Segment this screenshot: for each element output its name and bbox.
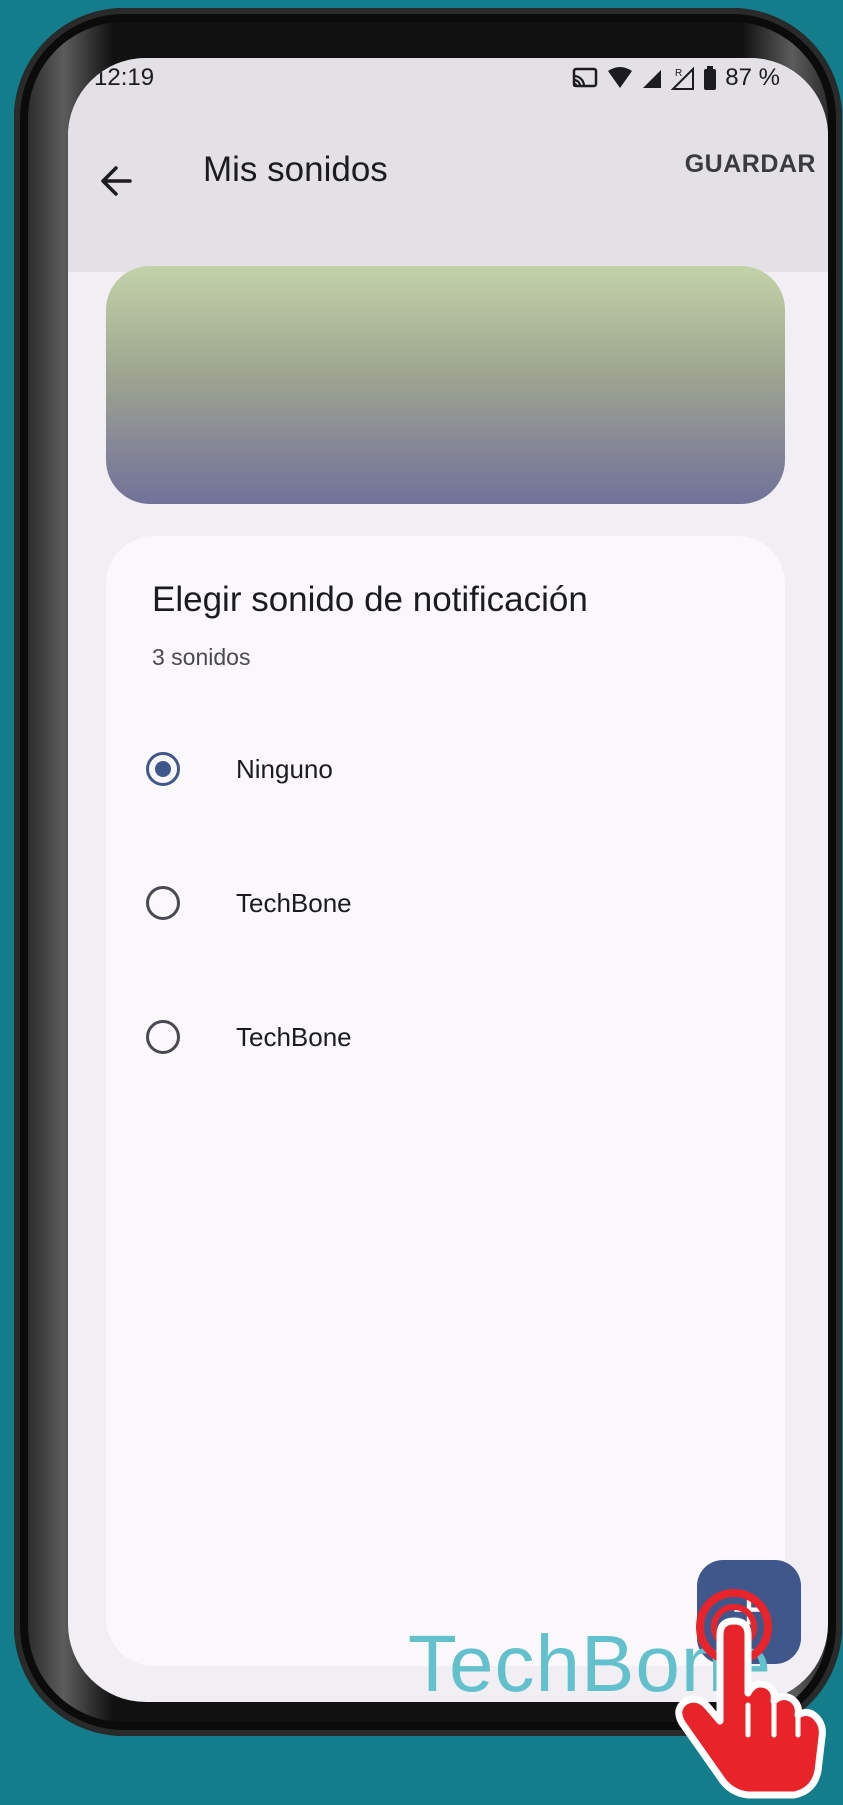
arrow-left-icon — [101, 166, 132, 196]
card-title: Elegir sonido de notificación — [152, 580, 588, 619]
status-bar: 12:19 R 87 % — [68, 58, 828, 128]
sound-option-label: TechBone — [236, 1021, 352, 1052]
battery-icon — [704, 66, 717, 90]
sound-preview-banner — [106, 266, 785, 504]
radio-unselected-icon[interactable] — [146, 1020, 180, 1054]
svg-text:R: R — [675, 68, 682, 79]
page-title: Mis sonidos — [203, 150, 388, 189]
sound-option-label: TechBone — [236, 887, 352, 918]
sound-count: 3 sonidos — [152, 644, 251, 670]
status-icons: R 87 % — [571, 64, 780, 92]
phone-frame: 12:19 R 87 % Mis sonidos GUARDAR Elegir … — [14, 8, 842, 1736]
radio-selected-icon[interactable] — [146, 752, 180, 786]
phone-screen: 12:19 R 87 % Mis sonidos GUARDAR Elegir … — [68, 58, 828, 1702]
status-time: 12:19 — [94, 64, 155, 91]
signal-icon — [643, 70, 662, 88]
sound-option-techbone-1[interactable]: TechBone — [144, 868, 704, 938]
wifi-icon — [608, 67, 633, 88]
sound-picker-card: Elegir sonido de notificación 3 sonidos … — [106, 536, 785, 1666]
signal-roaming-icon: R — [671, 66, 695, 90]
cast-icon — [573, 67, 598, 88]
tap-hand-icon — [675, 1589, 826, 1799]
save-button[interactable]: GUARDAR — [685, 150, 816, 179]
app-bar: Mis sonidos GUARDAR — [68, 128, 828, 272]
sound-option-ninguno[interactable]: Ninguno — [144, 734, 704, 804]
sound-option-techbone-2[interactable]: TechBone — [144, 1002, 704, 1072]
back-button[interactable] — [90, 154, 144, 208]
sound-option-label: Ninguno — [236, 753, 333, 784]
radio-unselected-icon[interactable] — [146, 886, 180, 920]
battery-percent: 87 % — [725, 64, 780, 91]
